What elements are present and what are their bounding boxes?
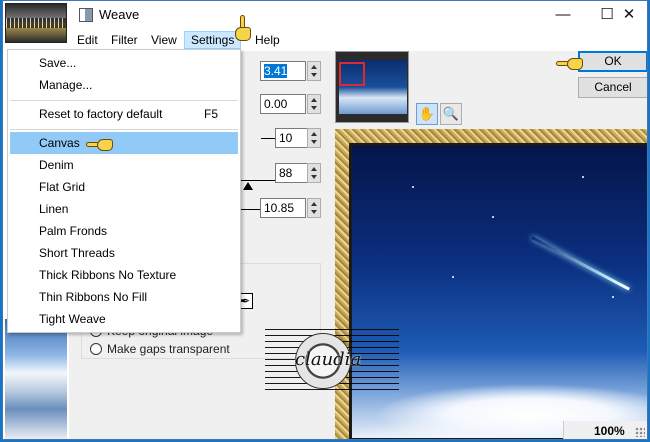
title-bar: Weave — ☐ ✕ [69, 1, 647, 29]
menu-separator [10, 100, 238, 101]
window-title: Weave [99, 7, 140, 22]
slider-track-3 [261, 138, 275, 139]
menu-item-label: Flat Grid [39, 180, 86, 194]
preview-image [349, 143, 647, 439]
menu-item-shortcut: F5 [203, 107, 218, 121]
menu-settings[interactable]: Settings [184, 31, 242, 49]
settings-menu-linen[interactable]: Linen [10, 198, 238, 220]
close-button[interactable]: ✕ [607, 3, 647, 27]
value-field-1[interactable]: 3.41 [260, 61, 306, 81]
value-field-1-spinner[interactable] [307, 61, 321, 81]
menu-item-label: Palm Fronds [39, 224, 108, 238]
star [492, 216, 494, 218]
zoom-tool-button[interactable]: 🔍 [440, 103, 462, 125]
pan-tool-button[interactable]: ✋ [416, 103, 438, 125]
value-field-4-spinner[interactable] [307, 163, 321, 183]
navigator-selection-rect[interactable] [339, 62, 365, 86]
weave-dialog: Weave — ☐ ✕ Edit Filter View Settings He… [2, 0, 648, 440]
pointing-hand-icon [556, 55, 589, 71]
pointing-hand-icon [86, 136, 119, 152]
menu-item-label: Canvas [39, 136, 80, 150]
menu-item-label: Thick Ribbons No Texture [39, 268, 177, 282]
hand-icon: ✋ [418, 106, 436, 121]
background-thumbnail-bottom [5, 319, 67, 439]
value-field-5[interactable]: 10.85 [260, 198, 306, 218]
menu-item-label: Tight Weave [39, 312, 106, 326]
cancel-button[interactable]: Cancel [578, 77, 647, 98]
settings-menu-canvas[interactable]: Canvas [10, 132, 238, 154]
menu-item-label: Linen [39, 202, 69, 216]
star [612, 296, 614, 298]
menu-bar: Edit Filter View Settings Help [69, 29, 647, 51]
menu-item-label: Short Threads [39, 246, 115, 260]
settings-menu-tight-weave[interactable]: Tight Weave [10, 308, 238, 330]
star [452, 276, 454, 278]
menu-filter[interactable]: Filter [105, 31, 144, 49]
make-gaps-transparent-option[interactable]: Make gaps transparent [90, 341, 230, 357]
watermark-text: claudia [295, 349, 362, 370]
menu-edit[interactable]: Edit [71, 31, 104, 49]
menu-item-label: Thin Ribbons No Fill [39, 290, 148, 304]
menu-item-label: Denim [39, 158, 74, 172]
star [582, 176, 584, 178]
pointing-hand-icon [235, 15, 251, 43]
resize-grip[interactable] [635, 427, 645, 437]
make-gaps-transparent-label: Make gaps transparent [107, 342, 230, 356]
author-watermark: claudia [265, 329, 399, 391]
value-field-2[interactable]: 0.00 [260, 94, 306, 114]
value-field-3-spinner[interactable] [307, 128, 321, 148]
settings-menu-palm-fronds[interactable]: Palm Fronds [10, 220, 238, 242]
menu-view[interactable]: View [145, 31, 183, 49]
settings-menu-save[interactable]: Save... [10, 52, 238, 74]
make-gaps-transparent-radio[interactable] [90, 343, 102, 355]
slider-track-5 [241, 209, 261, 210]
minimize-button[interactable]: — [541, 3, 585, 27]
menu-item-label: Manage... [39, 78, 93, 92]
star [412, 186, 414, 188]
value-field-2-spinner[interactable] [307, 94, 321, 114]
menu-item-label: Save... [39, 56, 77, 70]
settings-menu-thin-ribbons[interactable]: Thin Ribbons No Fill [10, 286, 238, 308]
meteor-streak [531, 236, 630, 291]
menu-separator [10, 129, 238, 130]
value-field-1-text: 3.41 [264, 64, 288, 78]
preview-image-frame[interactable] [335, 129, 647, 439]
magnifier-icon: 🔍 [442, 106, 460, 121]
background-thumbnail-top [5, 3, 67, 43]
settings-menu-thick-ribbons[interactable]: Thick Ribbons No Texture [10, 264, 238, 286]
settings-menu-dropdown: Save... Manage... Reset to factory defau… [7, 49, 241, 333]
app-icon [79, 8, 93, 22]
settings-menu-denim[interactable]: Denim [10, 154, 238, 176]
settings-menu-flat-grid[interactable]: Flat Grid [10, 176, 238, 198]
slider-track-4 [241, 180, 275, 181]
settings-menu-reset[interactable]: Reset to factory default F5 [10, 103, 238, 125]
settings-menu-short-threads[interactable]: Short Threads [10, 242, 238, 264]
menu-help[interactable]: Help [249, 31, 286, 49]
settings-menu-manage[interactable]: Manage... [10, 74, 238, 96]
slider-thumb-4[interactable] [243, 182, 253, 190]
value-field-5-spinner[interactable] [307, 198, 321, 218]
menu-item-label: Reset to factory default [39, 107, 163, 121]
navigator-preview[interactable] [335, 51, 409, 123]
